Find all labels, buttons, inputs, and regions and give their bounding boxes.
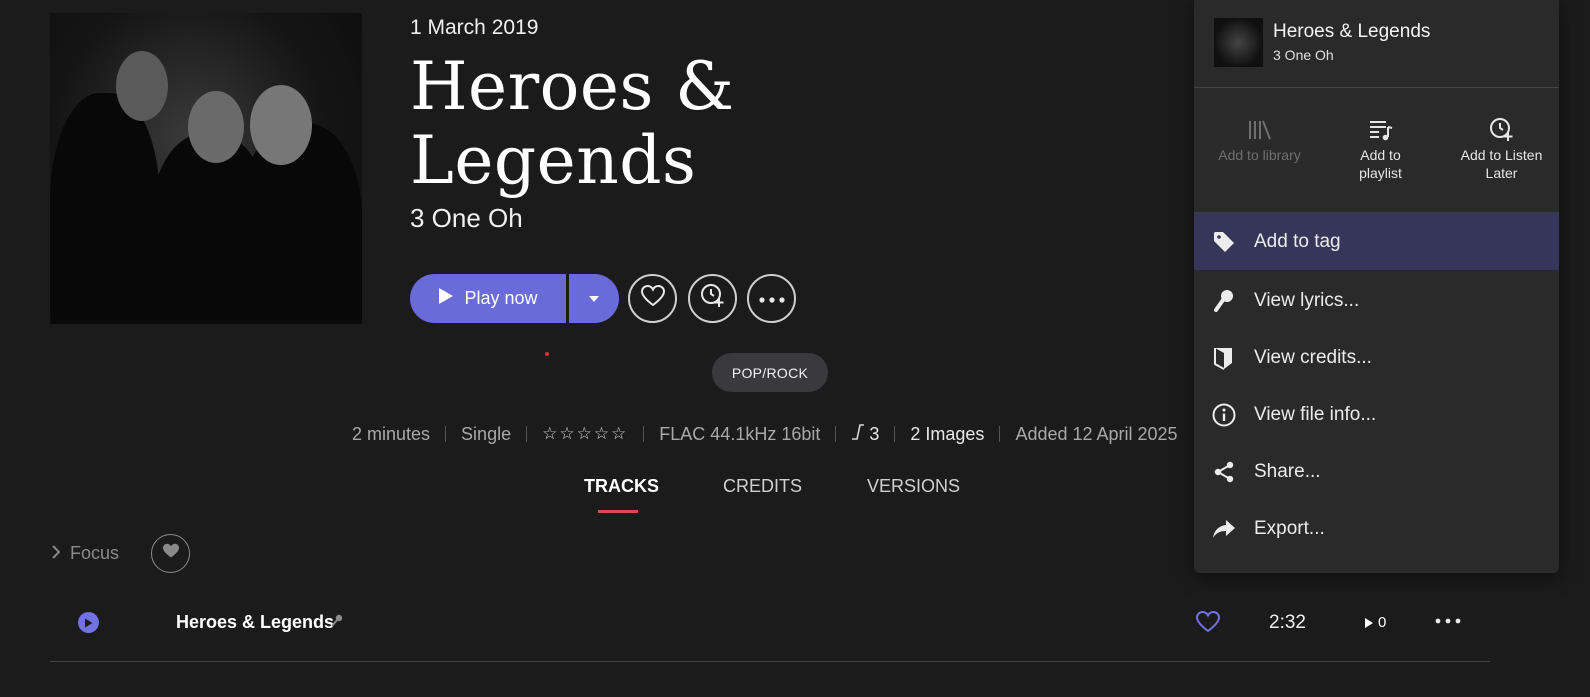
menu-item-label: Add to tag [1254, 230, 1341, 252]
menu-album-title: Heroes & Legends [1273, 21, 1431, 42]
microphone-icon [1194, 289, 1254, 313]
play-now-button[interactable]: Play now [410, 274, 566, 323]
listen-later-button[interactable] [688, 274, 737, 323]
menu-item-view-file-info[interactable]: View file info... [1194, 386, 1559, 443]
track-play-button[interactable] [78, 612, 99, 633]
menu-item-view-credits[interactable]: View credits... [1194, 329, 1559, 386]
info-icon [1194, 403, 1254, 427]
replay-gain-value: 3 [869, 423, 880, 444]
divider [835, 426, 837, 442]
menu-item-view-lyrics[interactable]: View lyrics... [1194, 272, 1559, 329]
duration: 2 minutes [352, 423, 431, 444]
share-icon [1194, 461, 1254, 483]
menu-album-thumbnail [1214, 18, 1263, 67]
menu-item-export[interactable]: Export... [1194, 500, 1559, 557]
credits-icon [1194, 346, 1254, 370]
menu-item-label: Export... [1254, 517, 1325, 539]
play-icon [438, 287, 454, 310]
menu-item-label: View credits... [1254, 346, 1372, 368]
add-to-playlist-button[interactable]: Add to playlist [1320, 116, 1441, 182]
active-tab-indicator [598, 510, 638, 513]
menu-item-add-to-tag[interactable]: Add to tag [1194, 213, 1559, 270]
chevron-down-icon [588, 290, 600, 308]
add-to-library-button[interactable]: Add to library [1199, 116, 1320, 164]
menu-album-artist: 3 One Oh [1273, 47, 1334, 63]
listen-later-icon [700, 283, 726, 314]
release-date: 1 March 2019 [410, 16, 539, 39]
lyrics-icon [331, 614, 343, 633]
focus-label: Focus [70, 543, 120, 563]
album-page: 1 March 2019 Heroes & Legends 3 One Oh P… [0, 0, 1590, 697]
play-options-dropdown[interactable] [569, 274, 619, 323]
menu-item-share[interactable]: Share... [1194, 443, 1559, 500]
album-title: Heroes & Legends [410, 48, 735, 199]
track-duration: 2:32 [1269, 612, 1306, 633]
more-options-button[interactable] [747, 274, 796, 323]
images-link[interactable]: 2 Images [910, 424, 984, 445]
track-favorite-button[interactable] [1195, 610, 1221, 638]
add-to-playlist-label: Add to playlist [1359, 147, 1402, 181]
listen-later-icon [1441, 116, 1562, 144]
divider [894, 426, 896, 442]
track-title[interactable]: Heroes & Legends [176, 612, 334, 633]
genre-tag[interactable]: POP/ROCK [712, 353, 828, 392]
table-row[interactable]: Heroes & Legends 2:32 0 [50, 600, 1490, 662]
tab-tracks[interactable]: TRACKS [584, 476, 659, 497]
export-arrow-icon [1194, 519, 1254, 539]
chevron-right-icon [52, 543, 61, 564]
menu-item-label: View file info... [1254, 403, 1377, 425]
play-now-label: Play now [464, 288, 538, 308]
more-icon [758, 290, 785, 308]
playlist-icon [1320, 116, 1441, 144]
tab-credits[interactable]: CREDITS [723, 476, 802, 497]
add-to-library-label: Add to library [1218, 147, 1301, 163]
divider [643, 426, 645, 442]
menu-header: Heroes & Legends 3 One Oh [1194, 0, 1559, 88]
heart-icon [162, 543, 180, 564]
replay-gain-icon [851, 423, 865, 445]
album-metadata: 2 minutes Single ☆☆☆☆☆ FLAC 44.1kHz 16bi… [352, 422, 1178, 446]
menu-item-label: View lyrics... [1254, 289, 1360, 311]
play-count-value: 0 [1378, 614, 1387, 631]
focus-toggle[interactable]: Focus [52, 543, 119, 564]
audio-format: FLAC 44.1kHz 16bit [659, 423, 821, 444]
album-cover-image [50, 13, 362, 324]
menu-item-label: Share... [1254, 460, 1321, 482]
divider [445, 426, 447, 442]
release-type: Single [461, 423, 512, 444]
divider [999, 426, 1001, 442]
rating-stars[interactable]: ☆☆☆☆☆ [542, 424, 628, 444]
add-to-listen-later-button[interactable]: Add to Listen Later [1441, 116, 1562, 182]
favorite-button[interactable] [628, 274, 677, 323]
added-date: Added 12 April 2025 [1015, 423, 1178, 444]
heart-icon [640, 284, 665, 312]
track-play-count: 0 [1364, 614, 1386, 631]
context-menu: Heroes & Legends 3 One Oh Add to library… [1194, 0, 1559, 573]
library-icon [1199, 116, 1320, 144]
tab-versions[interactable]: VERSIONS [867, 476, 960, 497]
tag-icon [1194, 231, 1254, 253]
track-more-button[interactable] [1435, 611, 1461, 629]
add-to-listen-later-label: Add to Listen Later [1460, 147, 1543, 181]
divider [526, 426, 528, 442]
artist-name[interactable]: 3 One Oh [410, 203, 523, 234]
indicator-dot [545, 352, 549, 356]
focus-favorite-button[interactable] [151, 534, 190, 573]
